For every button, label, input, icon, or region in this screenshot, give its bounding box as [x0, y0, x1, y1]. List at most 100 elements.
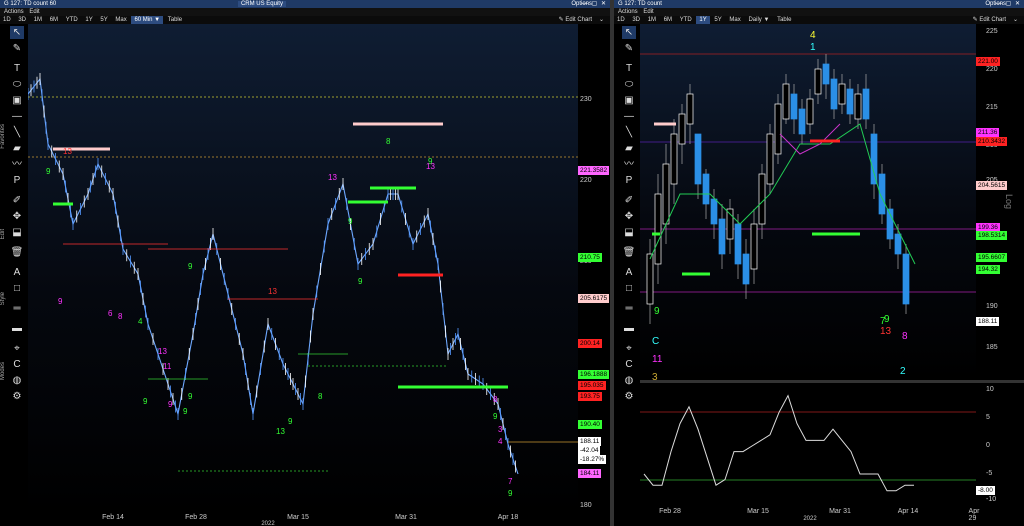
hline-icon[interactable]: ―: [10, 110, 24, 123]
cursor-icon[interactable]: ↖: [622, 26, 636, 39]
period-1d[interactable]: 1D: [614, 16, 628, 24]
xtick: Feb 28: [659, 508, 681, 515]
move-icon[interactable]: ✥: [10, 210, 24, 223]
trend-icon[interactable]: 〰: [622, 158, 636, 171]
font-icon[interactable]: A: [10, 266, 24, 279]
period-1y[interactable]: 1Y: [696, 16, 710, 24]
picture-icon[interactable]: ▣: [10, 94, 24, 107]
font-icon[interactable]: A: [622, 266, 636, 279]
period-max[interactable]: Max: [112, 16, 129, 24]
ellipse-icon[interactable]: ⬭: [622, 78, 636, 91]
right-menu-bar: Actions Edit: [614, 8, 1024, 16]
right-menu-edit[interactable]: Edit: [643, 9, 653, 15]
left-menu-edit[interactable]: Edit: [29, 9, 39, 15]
line-weight-icon[interactable]: ▬: [10, 322, 24, 335]
line-style-icon[interactable]: ═: [10, 302, 24, 315]
left-time-axis[interactable]: Feb 14 Feb 28 Mar 15 Mar 31 Apr 18 2022: [28, 514, 578, 526]
palette-icon[interactable]: ◍: [622, 374, 636, 387]
right-time-axis[interactable]: Feb 28 Mar 15 Mar 31 Apr 14 Apr 29 2022: [640, 508, 979, 526]
oscillator-panel[interactable]: [640, 384, 976, 508]
left-menu-actions[interactable]: Actions: [4, 9, 24, 15]
ytick: 230: [580, 96, 592, 103]
pen-icon[interactable]: ✎: [622, 42, 636, 55]
td-sequence-label: 9: [143, 397, 148, 406]
period-ytd[interactable]: YTD: [63, 16, 81, 24]
trash-icon[interactable]: 🗑: [10, 246, 24, 259]
crosshair-icon[interactable]: ⌖: [10, 342, 24, 355]
right-window-controls[interactable]: — ▢ ✕: [996, 0, 1021, 8]
move-icon[interactable]: ✥: [622, 210, 636, 223]
chevron-down-icon[interactable]: ⌄: [599, 16, 604, 24]
price-tag: 198.5314: [976, 231, 1008, 240]
fill-icon[interactable]: ⬓: [622, 226, 636, 239]
palette-icon[interactable]: ◍: [10, 374, 24, 387]
period-max[interactable]: Max: [726, 16, 743, 24]
right-price-chart[interactable]: 4 1 9 C 3 11 13 9 7 2 8: [640, 24, 976, 380]
line-icon[interactable]: ╲: [622, 126, 636, 139]
candle-body: [662, 163, 670, 225]
left-price-chart[interactable]: 9 13 9 13 9 9 13 13 9 8 13 9 9 13 11 8 9 8 9 9 4 3 7 9 6 8 9 4 9: [28, 24, 578, 514]
td-sequence-label: 13: [880, 326, 892, 337]
xtick: Feb 14: [102, 514, 124, 521]
period-5y[interactable]: 5Y: [711, 16, 724, 24]
candle-body: [670, 133, 678, 185]
period-3d[interactable]: 3D: [629, 16, 643, 24]
right-edit-chart-button[interactable]: ✎ Edit Chart: [973, 16, 1006, 24]
net-change-tag: -42.04: [578, 446, 601, 455]
color-box-icon[interactable]: □: [622, 282, 636, 295]
period-1y[interactable]: 1Y: [82, 16, 95, 24]
left-window-controls[interactable]: — ▢ ✕: [582, 0, 607, 8]
period-6m[interactable]: 6M: [47, 16, 61, 24]
right-menu-actions[interactable]: Actions: [618, 9, 638, 15]
td-sequence-label: 13: [276, 427, 285, 436]
log-scale-label[interactable]: Log: [1004, 194, 1014, 209]
pen-icon[interactable]: ✎: [10, 42, 24, 55]
channel-icon[interactable]: ▰: [622, 142, 636, 155]
period-1m[interactable]: 1M: [645, 16, 659, 24]
line-weight-icon[interactable]: ▬: [622, 322, 636, 335]
text-icon[interactable]: T: [10, 62, 24, 75]
table-button[interactable]: Table: [774, 16, 794, 24]
table-button[interactable]: Table: [165, 16, 185, 24]
period-3d[interactable]: 3D: [15, 16, 29, 24]
settings-gear-icon[interactable]: ⚙: [10, 390, 24, 403]
right-title-bar[interactable]: G 127: TD count Options — ▢ ✕: [614, 0, 1024, 8]
cursor-icon[interactable]: ↖: [10, 26, 24, 39]
chevron-down-icon[interactable]: ⌄: [1013, 16, 1018, 24]
oscillator-axis[interactable]: 10 5 0 -5 -10 -8.00: [976, 384, 1024, 508]
right-price-axis[interactable]: 225 220 215 210 205 190 185 221.00 211.3…: [976, 24, 1024, 380]
color-box-icon[interactable]: □: [10, 282, 24, 295]
panel-splitter[interactable]: [640, 380, 1024, 383]
crosshair-icon[interactable]: ⌖: [622, 342, 636, 355]
security-field[interactable]: CRM US Equity: [237, 1, 286, 7]
period-1d[interactable]: 1D: [0, 16, 14, 24]
period-6m[interactable]: 6M: [661, 16, 675, 24]
picture-icon[interactable]: ▣: [622, 94, 636, 107]
ellipse-icon[interactable]: ⬭: [10, 78, 24, 91]
left-edit-chart-button[interactable]: ✎ Edit Chart: [559, 16, 592, 24]
period-ytd[interactable]: YTD: [677, 16, 695, 24]
trash-icon[interactable]: 🗑: [622, 246, 636, 259]
xtick: Apr 18: [497, 514, 519, 521]
period-5y[interactable]: 5Y: [97, 16, 110, 24]
period-1m[interactable]: 1M: [31, 16, 45, 24]
left-title-bar[interactable]: G 127: TD count 60 CRM US Equity Options…: [0, 0, 610, 8]
brush-icon[interactable]: ✐: [10, 194, 24, 207]
ytick: 10: [986, 386, 994, 393]
left-price-axis[interactable]: 230 220 210 190 180 221.3582 210.75 205.…: [578, 24, 610, 514]
hline-icon[interactable]: ―: [622, 110, 636, 123]
trend-icon[interactable]: 〰: [10, 158, 24, 171]
text-icon[interactable]: T: [622, 62, 636, 75]
line-icon[interactable]: ╲: [10, 126, 24, 139]
brush-icon[interactable]: ✐: [622, 194, 636, 207]
fill-icon[interactable]: ⬓: [10, 226, 24, 239]
interval-dropdown[interactable]: Daily ▼: [745, 16, 772, 24]
ppt-icon[interactable]: P: [622, 174, 636, 187]
interval-dropdown[interactable]: 60 Min ▼: [131, 16, 164, 24]
magnet-icon[interactable]: C: [10, 358, 24, 371]
ppt-icon[interactable]: P: [10, 174, 24, 187]
line-style-icon[interactable]: ═: [622, 302, 636, 315]
settings-gear-icon[interactable]: ⚙: [622, 390, 636, 403]
channel-icon[interactable]: ▰: [10, 142, 24, 155]
magnet-icon[interactable]: C: [622, 358, 636, 371]
